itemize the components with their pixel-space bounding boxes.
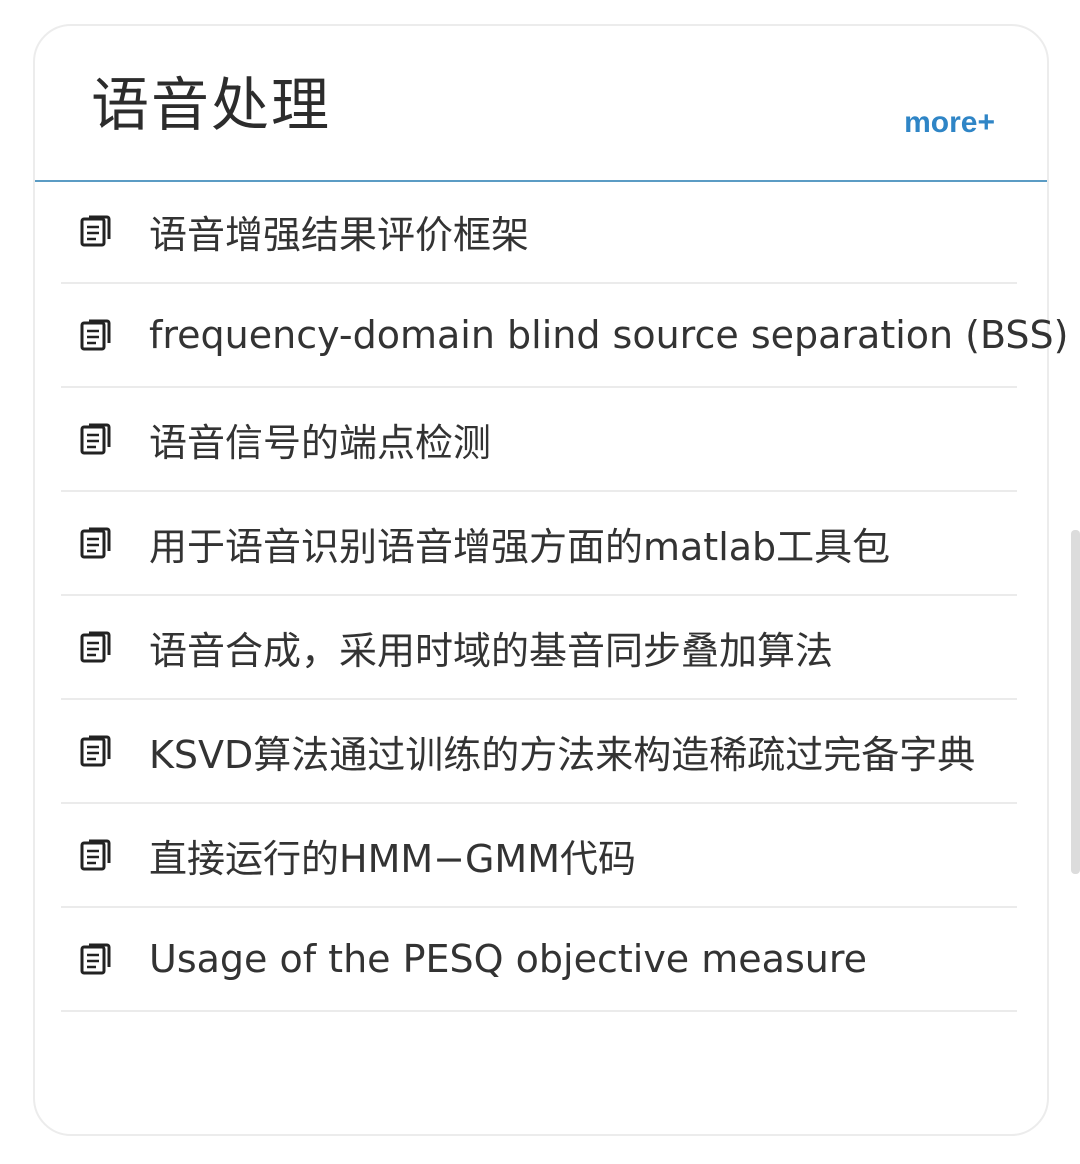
card-title: 语音处理 xyxy=(91,71,332,139)
list-item-label: Usage of the PESQ objective measure xyxy=(149,937,867,981)
list-item[interactable]: 直接运行的HMM−GMM代码 xyxy=(61,804,1017,908)
list-item[interactable]: 语音增强结果评价框架 xyxy=(61,180,1017,284)
more-link[interactable]: more+ xyxy=(904,106,995,140)
list-item-label: 语音增强结果评价框架 xyxy=(149,212,530,257)
document-list-icon xyxy=(79,942,113,976)
document-list-icon xyxy=(79,422,113,456)
list-item[interactable]: frequency-domain blind source separation… xyxy=(61,284,1068,388)
list-item[interactable]: KSVD算法通过训练的方法来构造稀疏过完备字典 xyxy=(61,700,1017,804)
list-item[interactable]: 语音合成，采用时域的基音同步叠加算法 xyxy=(61,596,1017,700)
document-list-icon xyxy=(79,526,113,560)
card-header: 语音处理 more+ xyxy=(35,26,1047,182)
list-item-label: KSVD算法通过训练的方法来构造稀疏过完备字典 xyxy=(149,732,976,777)
scrollbar[interactable] xyxy=(1071,530,1080,874)
list-item[interactable]: 语音信号的端点检测 xyxy=(61,388,1017,492)
article-list: 语音增强结果评价框架 frequency-domain blind source… xyxy=(61,180,1068,1012)
list-item-label: 语音合成，采用时域的基音同步叠加算法 xyxy=(149,628,834,673)
list-item-label: 语音信号的端点检测 xyxy=(149,420,492,465)
document-list-icon xyxy=(79,318,113,352)
document-list-icon xyxy=(79,214,113,248)
list-item[interactable]: 用于语音识别语音增强方面的matlab工具包 xyxy=(61,492,1017,596)
list-item-label: frequency-domain blind source separation… xyxy=(149,313,1069,357)
list-item[interactable]: Usage of the PESQ objective measure xyxy=(61,908,1017,1012)
category-card: 语音处理 more+ 语音增强结果评价框架 frequency-domain b… xyxy=(33,24,1068,1136)
list-item-label: 直接运行的HMM−GMM代码 xyxy=(149,836,637,881)
document-list-icon xyxy=(79,838,113,872)
list-item-label: 用于语音识别语音增强方面的matlab工具包 xyxy=(149,524,891,569)
document-list-icon xyxy=(79,630,113,664)
document-list-icon xyxy=(79,734,113,768)
